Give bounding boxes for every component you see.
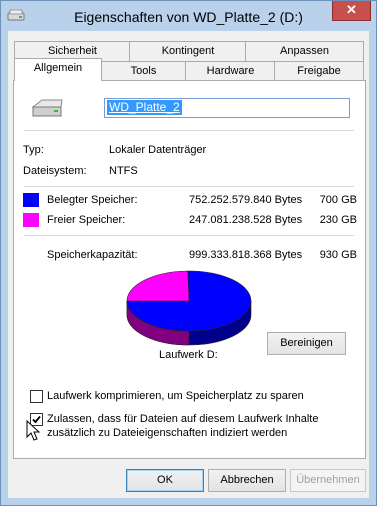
free-slice: [126, 270, 190, 302]
free-color-swatch: [23, 213, 39, 227]
divider: [24, 130, 354, 131]
free-gb: 230 GB: [319, 214, 357, 226]
filesystem-label: Dateisystem:: [23, 165, 87, 177]
hard-drive-icon: [31, 99, 63, 117]
type-label: Typ:: [23, 144, 44, 156]
divider: [24, 235, 354, 236]
window-title: Eigenschaften von WD_Platte_2 (D:): [74, 9, 303, 25]
used-label: Belegter Speicher:: [47, 194, 138, 206]
drive-name-input[interactable]: WD_Platte_2: [104, 98, 350, 118]
mouse-cursor-icon: [26, 420, 41, 441]
tab-tools[interactable]: Tools: [100, 61, 187, 81]
drive-letter-label: Laufwerk D:: [159, 349, 218, 361]
general-tab-panel: WD_Platte_2 Typ: Lokaler Datenträger Dat…: [13, 80, 366, 459]
properties-window: Eigenschaften von WD_Platte_2 (D:) ✕ Sic…: [0, 0, 377, 506]
capacity-gb: 930 GB: [319, 249, 357, 261]
tab-allgemein[interactable]: Allgemein: [14, 58, 102, 81]
usage-pie-chart: [126, 270, 252, 346]
tab-freigabe[interactable]: Freigabe: [274, 61, 364, 81]
free-label: Freier Speicher:: [47, 214, 126, 226]
index-label-line2[interactable]: zusätzlich zu Dateieigenschaften indizie…: [47, 427, 287, 439]
free-bytes: 247.081.238.528 Bytes: [189, 214, 303, 226]
used-bytes: 752.252.579.840 Bytes: [189, 194, 303, 206]
drive-name-value: WD_Platte_2: [107, 100, 182, 115]
used-gb: 700 GB: [319, 194, 357, 206]
used-color-swatch: [23, 193, 39, 207]
divider: [24, 186, 354, 187]
capacity-bytes: 999.333.818.368 Bytes: [189, 249, 303, 261]
compress-checkbox[interactable]: [30, 390, 43, 403]
dialog-client: Sicherheit Kontingent Anpassen Allgemein…: [8, 31, 369, 498]
cleanup-button[interactable]: Bereinigen: [267, 332, 346, 355]
tab-hardware[interactable]: Hardware: [185, 61, 276, 81]
capacity-label: Speicherkapazität:: [47, 249, 138, 261]
type-value: Lokaler Datenträger: [109, 144, 207, 156]
cancel-button[interactable]: Abbrechen: [208, 469, 286, 492]
index-label-line1[interactable]: Zulassen, dass für Dateien auf diesem La…: [47, 413, 318, 425]
compress-label[interactable]: Laufwerk komprimieren, um Speicherplatz …: [47, 390, 304, 402]
ok-button[interactable]: OK: [126, 469, 204, 492]
tab-kontingent[interactable]: Kontingent: [129, 41, 247, 61]
tab-anpassen[interactable]: Anpassen: [245, 41, 364, 61]
close-button[interactable]: ✕: [332, 1, 371, 21]
title-bar[interactable]: Eigenschaften von WD_Platte_2 (D:) ✕: [1, 1, 376, 31]
filesystem-value: NTFS: [109, 165, 138, 177]
apply-button[interactable]: Übernehmen: [290, 469, 366, 492]
